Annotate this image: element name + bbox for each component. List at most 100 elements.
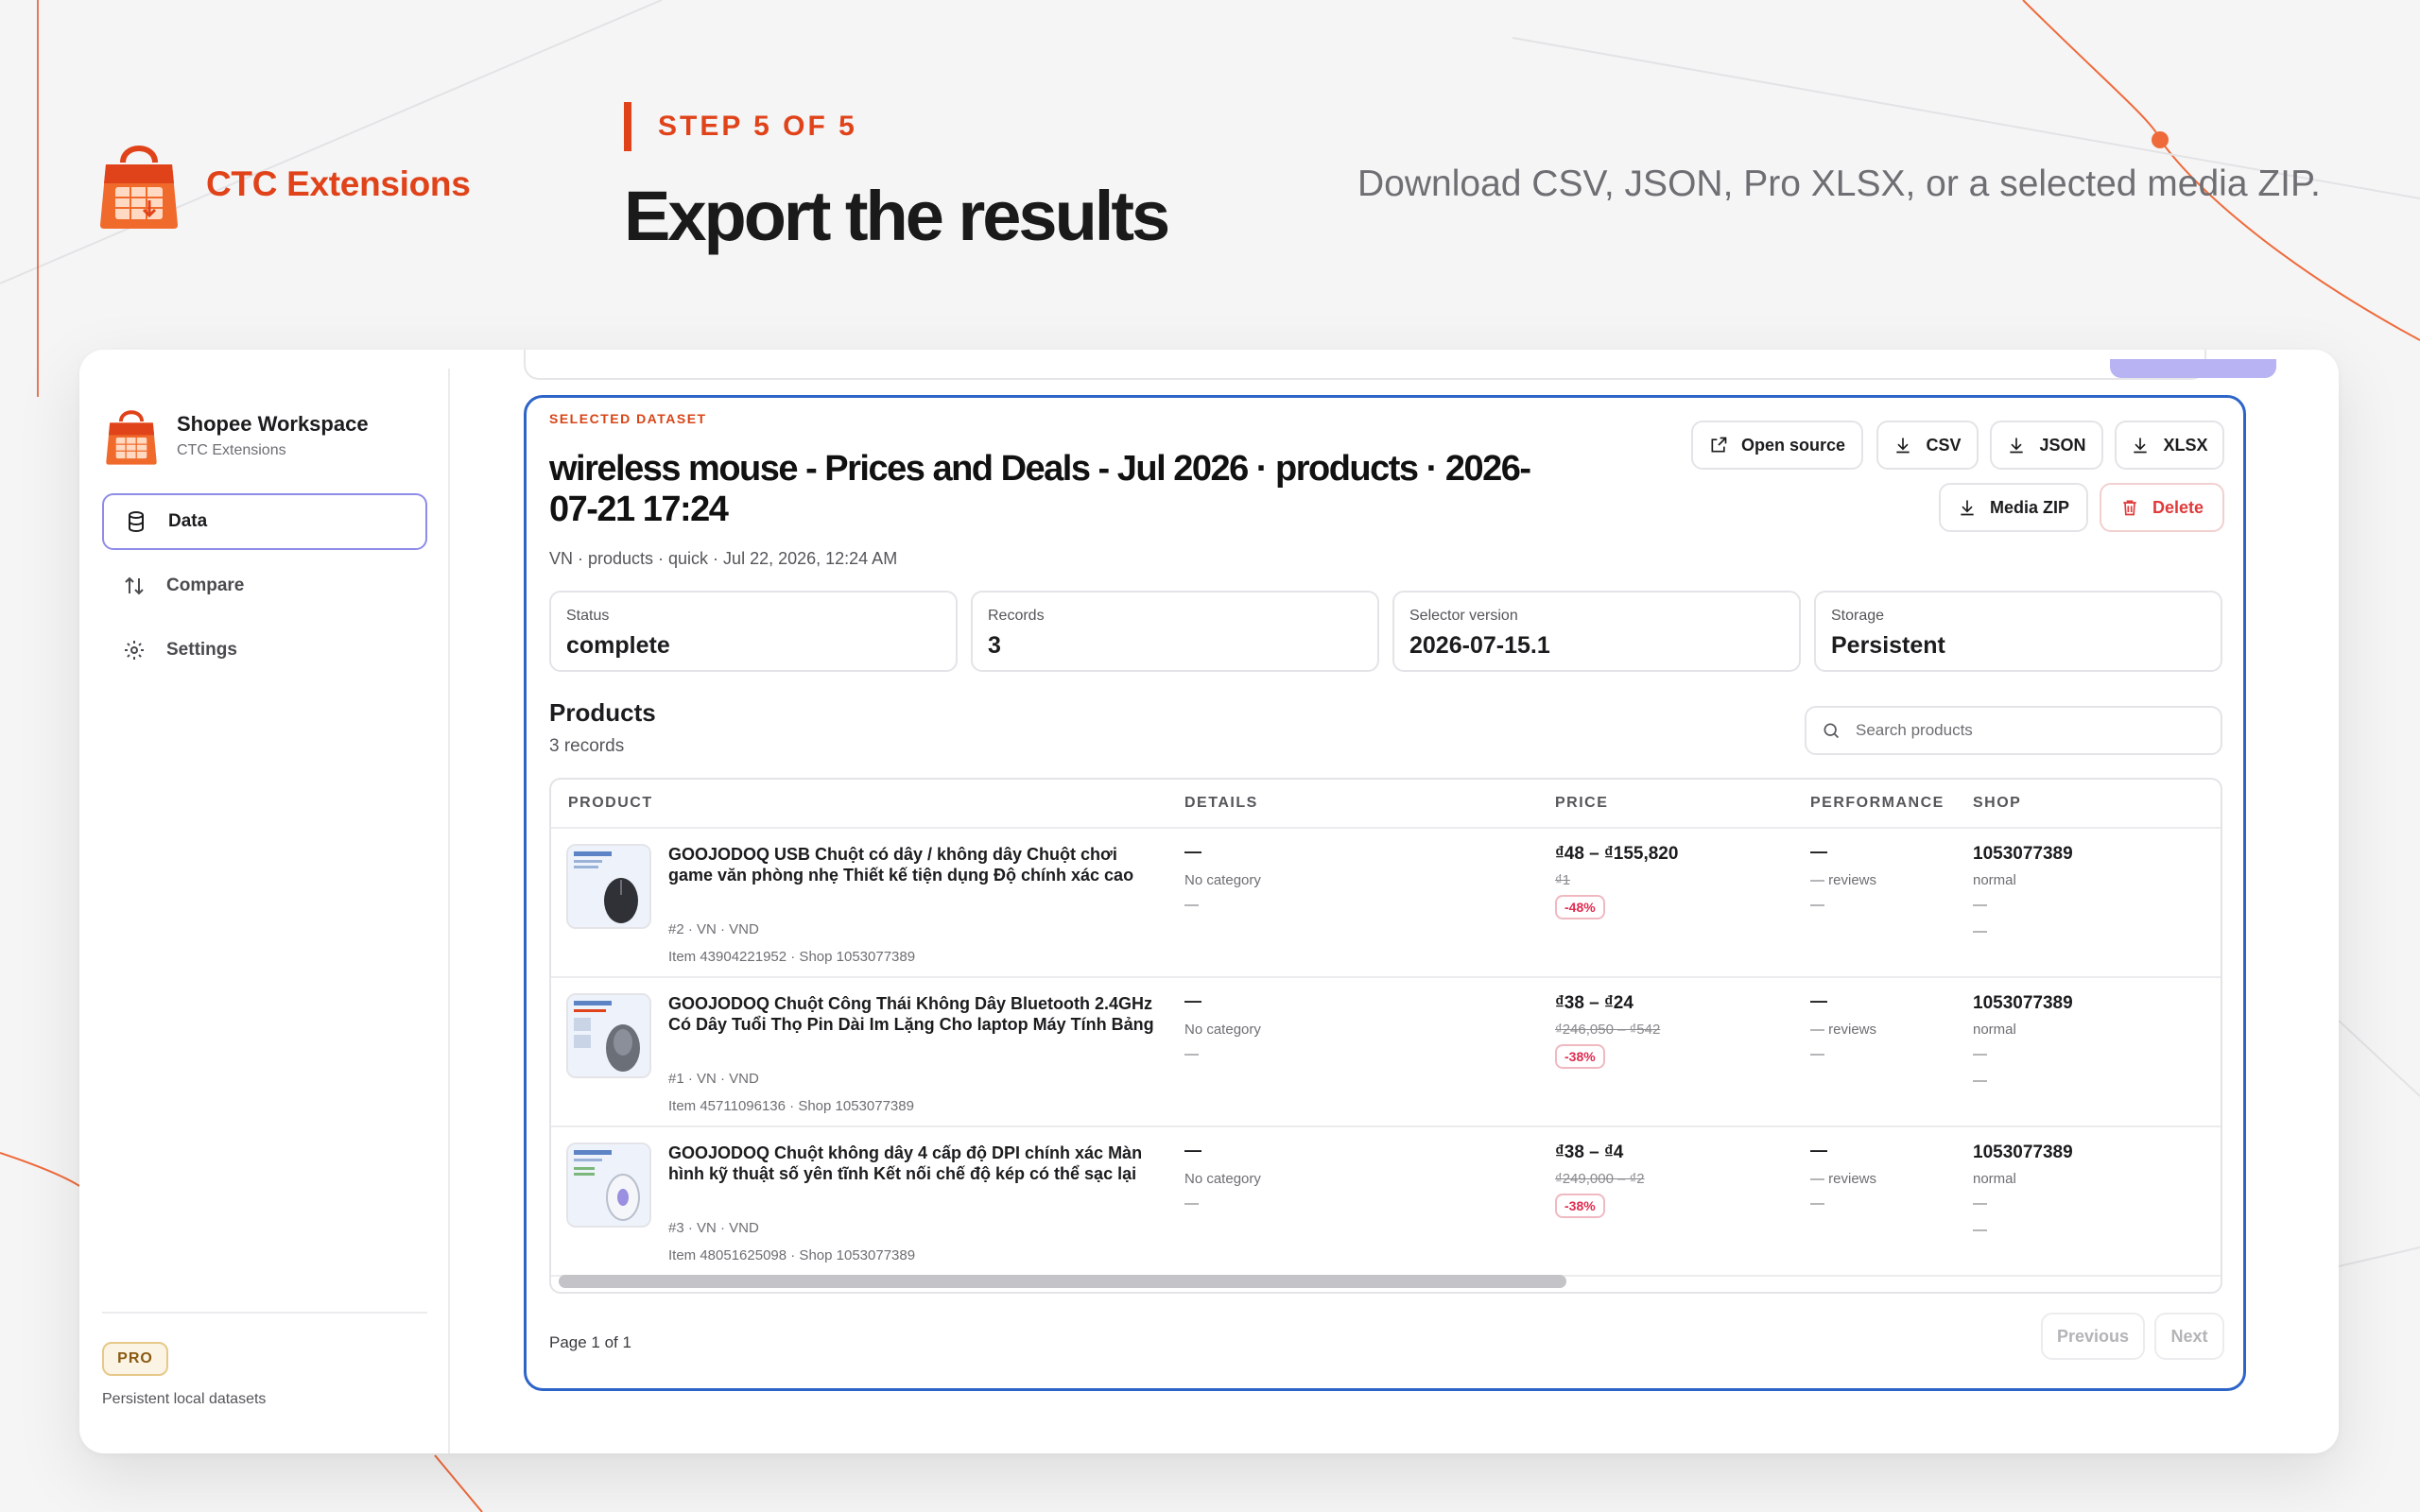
step-header: STEP 5 OF 5 Export the results (624, 102, 1170, 256)
export-xlsx-button[interactable]: XLSX (2115, 421, 2224, 470)
performance-reviews: — reviews (1810, 1022, 1877, 1038)
shop-extra: — (1973, 1073, 1987, 1089)
download-icon (1896, 438, 1910, 454)
card-eyebrow: SELECTED DATASET (549, 411, 707, 426)
page-title: Export the results (624, 177, 1170, 255)
sidebar-item-label: Settings (166, 640, 237, 660)
table-row[interactable]: GOOJODOQ Chuột Công Thái Không Dây Bluet… (551, 978, 2221, 1127)
performance-extra: — (1810, 1046, 1824, 1062)
horizontal-scrollbar[interactable] (559, 1275, 1566, 1288)
details-category: No category (1184, 872, 1261, 888)
details-category: No category (1184, 1022, 1261, 1038)
step-indicator: STEP 5 OF 5 (624, 102, 1167, 151)
mouse-product-image-icon (568, 995, 649, 1076)
shop-id: 1053077389 (1973, 844, 2073, 864)
shop-type: normal (1973, 1022, 2016, 1038)
products-table: PRODUCT DETAILS PRICE PERFORMANCE SHOP G… (549, 778, 2222, 1294)
open-source-button[interactable]: Open source (1691, 421, 1863, 470)
column-header-shop: SHOP (1973, 795, 2022, 811)
shop-extra: — (1973, 897, 1987, 913)
details-value: — (1184, 842, 1201, 861)
details-extra: — (1184, 1046, 1199, 1062)
database-icon (129, 511, 144, 533)
delete-label: Delete (2152, 497, 2204, 517)
previous-page-button[interactable]: Previous (2041, 1313, 2145, 1360)
product-item-line: Item 43904221952 · Shop 1053077389 (668, 949, 916, 965)
previous-card-button-edge (2110, 359, 2276, 378)
shop-type: normal (1973, 1171, 2016, 1187)
product-item-line: Item 45711096136 · Shop 1053077389 (668, 1098, 914, 1114)
discount-badge: -48% (1555, 895, 1605, 919)
stat-status: Status complete (549, 591, 958, 672)
next-page-button[interactable]: Next (2154, 1313, 2224, 1360)
search-input[interactable] (1856, 721, 2215, 740)
header-description: Download CSV, JSON, Pro XLSX, or a selec… (1357, 163, 2321, 204)
shop-id: 1053077389 (1973, 993, 2073, 1013)
performance-reviews: — reviews (1810, 872, 1877, 888)
workspace-header: Shopee Workspace CTC Extensions (105, 405, 369, 466)
delete-dataset-button[interactable]: Delete (2100, 483, 2224, 532)
export-csv-button[interactable]: CSV (1876, 421, 1979, 470)
products-title: Products (549, 698, 656, 727)
discount-badge: -38% (1555, 1194, 1605, 1218)
product-id-line: #2 · VN · VND (668, 921, 759, 937)
pro-description: Persistent local datasets (102, 1391, 267, 1407)
details-extra: — (1184, 1195, 1199, 1211)
previous-card-edge (524, 350, 2206, 380)
stat-value: Persistent (1831, 632, 1945, 659)
selected-dataset-card: SELECTED DATASET wireless mouse - Prices… (524, 395, 2246, 1391)
csv-label: CSV (1926, 435, 1962, 455)
app-window: Shopee Workspace CTC Extensions Data Com… (79, 350, 2339, 1453)
external-link-icon (1711, 437, 1727, 453)
json-label: JSON (2039, 435, 2086, 455)
pro-badge: PRO (102, 1342, 168, 1376)
price-range: ₫38 – ₫24 (1555, 993, 1634, 1013)
column-header-price: PRICE (1555, 795, 1609, 811)
original-price: ₫246,050 – ₫542 (1555, 1022, 1661, 1038)
sidebar-divider (102, 1312, 427, 1314)
export-json-button[interactable]: JSON (1990, 421, 2103, 470)
step-label: STEP 5 OF 5 (658, 111, 857, 142)
table-row[interactable]: GOOJODOQ Chuột không dây 4 cấp độ DPI ch… (551, 1127, 2221, 1277)
stat-value: complete (566, 632, 670, 659)
mouse-product-image-icon (568, 1144, 649, 1226)
product-thumbnail (566, 993, 651, 1078)
performance-value: — (1810, 1141, 1827, 1160)
products-count: 3 records (549, 736, 625, 756)
sidebar-item-settings[interactable]: Settings (102, 622, 427, 679)
performance-value: — (1810, 991, 1827, 1010)
sidebar-item-data[interactable]: Data (102, 493, 427, 550)
workspace-title: Shopee Workspace (177, 412, 369, 436)
stat-label: Status (566, 608, 610, 624)
product-thumbnail (566, 844, 651, 929)
stat-value: 3 (988, 632, 1001, 659)
shop-id: 1053077389 (1973, 1143, 2073, 1162)
performance-value: — (1810, 842, 1827, 861)
product-name[interactable]: GOOJODOQ Chuột Công Thái Không Dây Bluet… (668, 993, 1160, 1035)
stat-label: Storage (1831, 608, 1885, 624)
xlsx-label: XLSX (2163, 435, 2208, 455)
open-source-label: Open source (1740, 435, 1846, 455)
product-search[interactable] (1805, 706, 2222, 755)
stat-selector-version: Selector version 2026-07-15.1 (1392, 591, 1801, 672)
original-price: ₫1 (1555, 872, 1571, 888)
workspace-subtitle: CTC Extensions (177, 442, 286, 458)
sidebar-item-label: Data (168, 511, 208, 531)
product-name[interactable]: GOOJODOQ USB Chuột có dây / không dây Ch… (668, 844, 1160, 885)
product-name[interactable]: GOOJODOQ Chuột không dây 4 cấp độ DPI ch… (668, 1143, 1160, 1184)
shop-extra: — (1973, 1046, 1987, 1062)
search-icon (1824, 723, 1840, 739)
details-category: No category (1184, 1171, 1261, 1187)
product-id-line: #1 · VN · VND (668, 1071, 759, 1087)
details-value: — (1184, 1141, 1201, 1160)
product-thumbnail (566, 1143, 651, 1228)
download-icon (1961, 500, 1974, 516)
price-range: ₫48 – ₫155,820 (1555, 844, 1679, 864)
product-id-line: #3 · VN · VND (668, 1220, 759, 1236)
download-icon (2134, 438, 2148, 454)
sidebar-item-compare[interactable]: Compare (102, 558, 427, 614)
gear-icon (125, 641, 144, 660)
export-media-zip-button[interactable]: Media ZIP (1939, 483, 2088, 532)
table-row[interactable]: GOOJODOQ USB Chuột có dây / không dây Ch… (551, 829, 2221, 978)
performance-extra: — (1810, 1195, 1824, 1211)
